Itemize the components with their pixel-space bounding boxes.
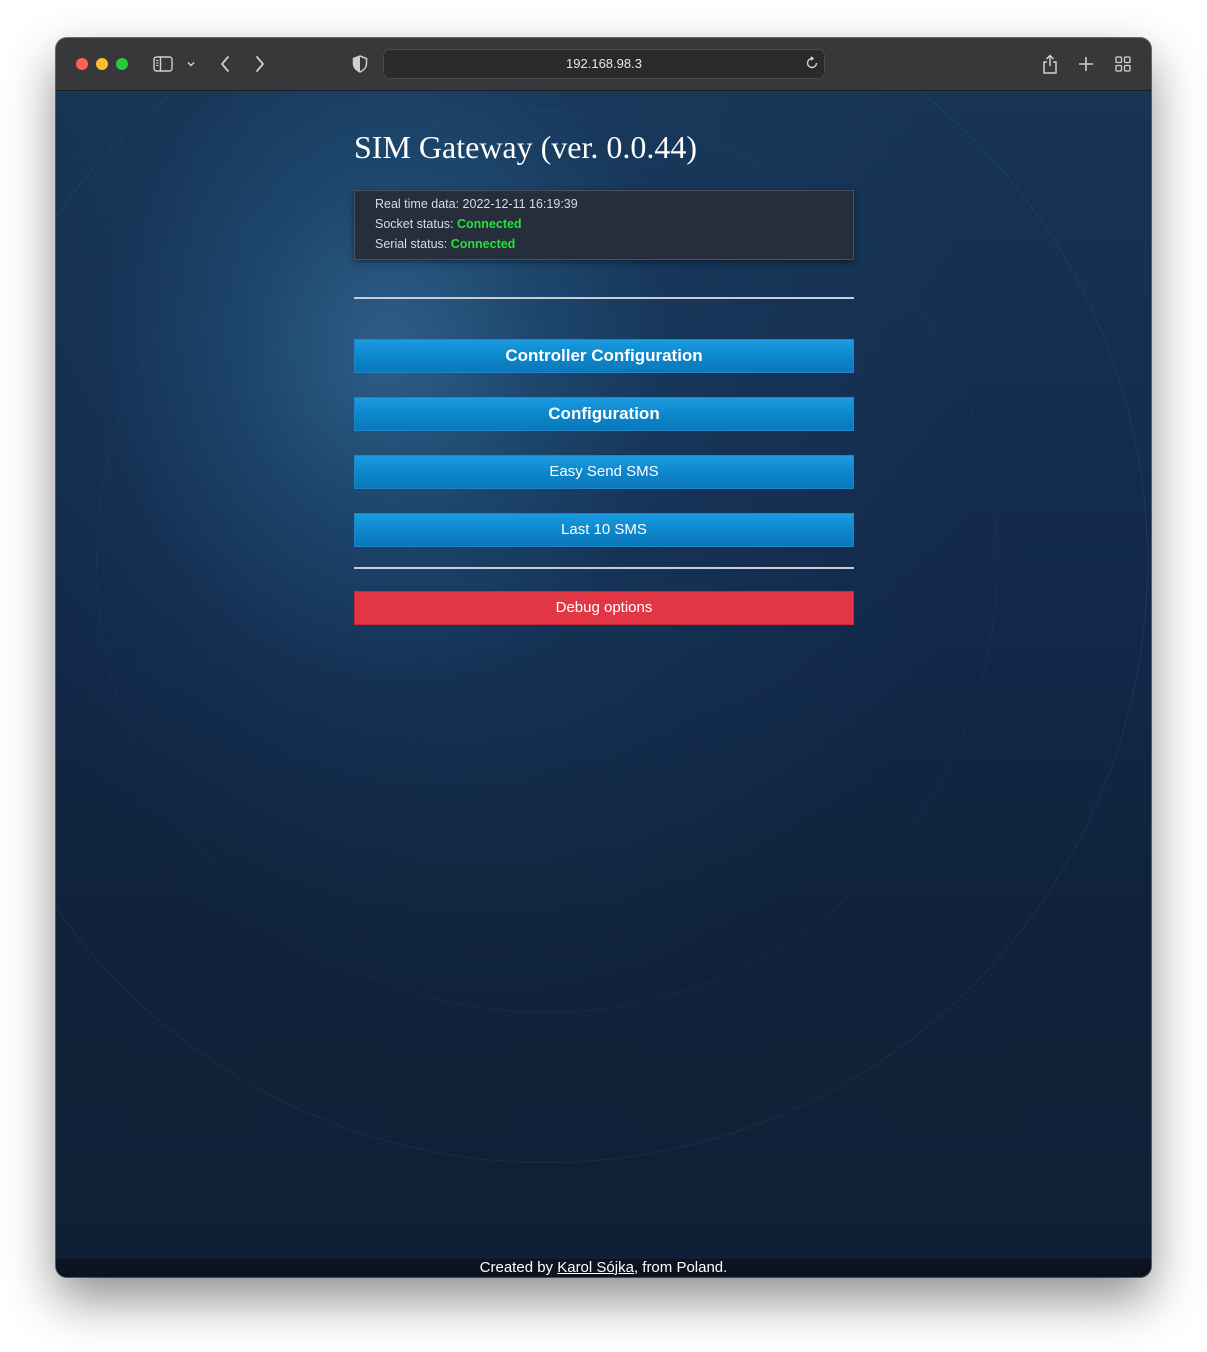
page-content: SIM Gateway (ver. 0.0.44) Real time data… xyxy=(56,91,1151,1277)
configuration-button[interactable]: Configuration xyxy=(354,397,854,431)
serial-status-value: Connected xyxy=(450,237,516,251)
minimize-window-button[interactable] xyxy=(96,58,108,70)
debug-options-button[interactable]: Debug options xyxy=(354,591,854,625)
realtime-value: 2022-12-11 16:19:39 xyxy=(462,197,578,211)
socket-status: Socket status: Connected xyxy=(375,217,522,231)
shield-icon[interactable] xyxy=(351,52,369,76)
status-panel: Real time data: 2022-12-11 16:19:39 Sock… xyxy=(354,190,854,260)
chevron-down-icon[interactable] xyxy=(185,52,197,76)
reload-icon[interactable] xyxy=(805,56,819,75)
easy-send-sms-button[interactable]: Easy Send SMS xyxy=(354,455,854,489)
sidebar-icon[interactable] xyxy=(152,52,174,76)
browser-window: 192.168.98.3 SIM Gateway (ver. 0.0.44) R… xyxy=(56,38,1151,1277)
url-text[interactable]: 192.168.98.3 xyxy=(384,56,824,71)
address-bar[interactable]: 192.168.98.3 xyxy=(383,49,825,79)
close-window-button[interactable] xyxy=(76,58,88,70)
share-icon[interactable] xyxy=(1041,52,1059,76)
forward-arrow-icon[interactable] xyxy=(252,52,268,76)
realtime-label: Real time data: xyxy=(375,197,463,211)
page-footer: Created by Karol Sójka, from Poland. xyxy=(56,1259,1151,1277)
footer-prefix: Created by xyxy=(479,1259,558,1276)
realtime-status: Real time data: 2022-12-11 16:19:39 xyxy=(375,197,578,211)
footer-suffix: , from Poland. xyxy=(633,1259,728,1276)
zoom-window-button[interactable] xyxy=(116,58,128,70)
back-arrow-icon[interactable] xyxy=(217,52,233,76)
socket-label: Socket status: xyxy=(375,217,457,231)
controller-configuration-button[interactable]: Controller Configuration xyxy=(354,339,854,373)
last-10-sms-button[interactable]: Last 10 SMS xyxy=(354,513,854,547)
divider-top xyxy=(354,297,854,299)
tab-overview-icon[interactable] xyxy=(1114,52,1132,76)
plus-icon[interactable] xyxy=(1077,52,1095,76)
serial-status: Serial status: Connected xyxy=(375,237,515,251)
page-title: SIM Gateway (ver. 0.0.44) xyxy=(354,129,698,165)
divider-bottom xyxy=(354,567,854,569)
author-link[interactable]: Karol Sójka xyxy=(557,1259,634,1276)
serial-label: Serial status: xyxy=(375,237,451,251)
socket-status-value: Connected xyxy=(456,217,522,231)
browser-toolbar: 192.168.98.3 xyxy=(56,38,1151,91)
